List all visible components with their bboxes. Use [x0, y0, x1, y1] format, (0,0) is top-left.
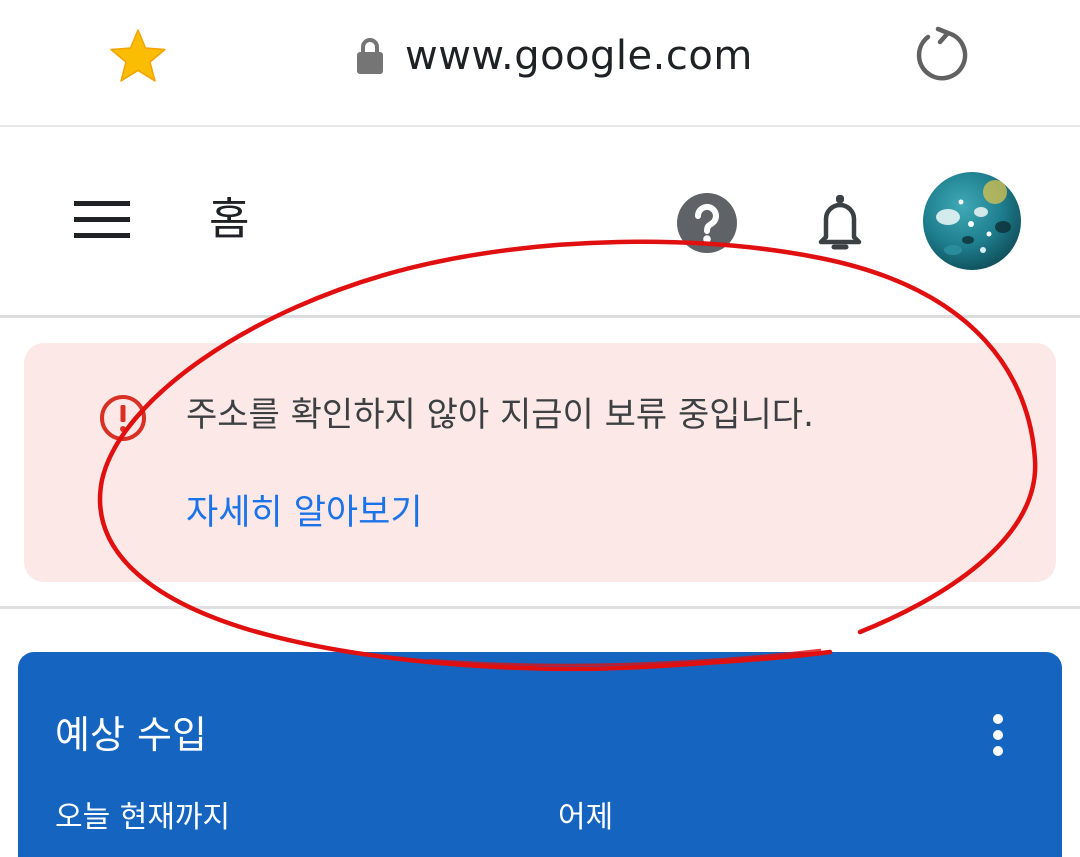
more-vert-icon[interactable]: [984, 712, 1012, 758]
screen: www.google.com 홈 주소를 확인하지 않아 지금이 보류 중입니다…: [0, 0, 1080, 857]
learn-more-link[interactable]: 자세히 알아보기: [186, 489, 423, 537]
page-title: 홈: [209, 194, 250, 245]
section-divider: [0, 606, 1080, 609]
star-icon[interactable]: [108, 28, 168, 84]
yesterday-label: 어제: [558, 800, 614, 835]
menu-icon[interactable]: [72, 197, 132, 243]
help-icon[interactable]: [676, 192, 738, 254]
browser-url-bar: www.google.com: [0, 0, 1080, 127]
url-text[interactable]: www.google.com: [405, 30, 753, 82]
error-icon: [100, 395, 146, 441]
alert-message: 주소를 확인하지 않아 지금이 보류 중입니다.: [186, 395, 814, 435]
bell-icon[interactable]: [812, 189, 868, 255]
lock-icon: [357, 38, 383, 74]
today-so-far-label: 오늘 현재까지: [55, 800, 231, 835]
address-verification-alert: 주소를 확인하지 않아 지금이 보류 중입니다. 자세히 알아보기: [24, 343, 1056, 582]
earnings-card-title: 예상 수입: [55, 713, 207, 757]
estimated-earnings-card[interactable]: 예상 수입 오늘 현재까지 어제: [18, 652, 1062, 857]
reload-icon[interactable]: [912, 26, 974, 86]
app-header: 홈: [0, 129, 1080, 318]
avatar-photo: [936, 180, 1011, 255]
avatar[interactable]: [923, 172, 1021, 270]
